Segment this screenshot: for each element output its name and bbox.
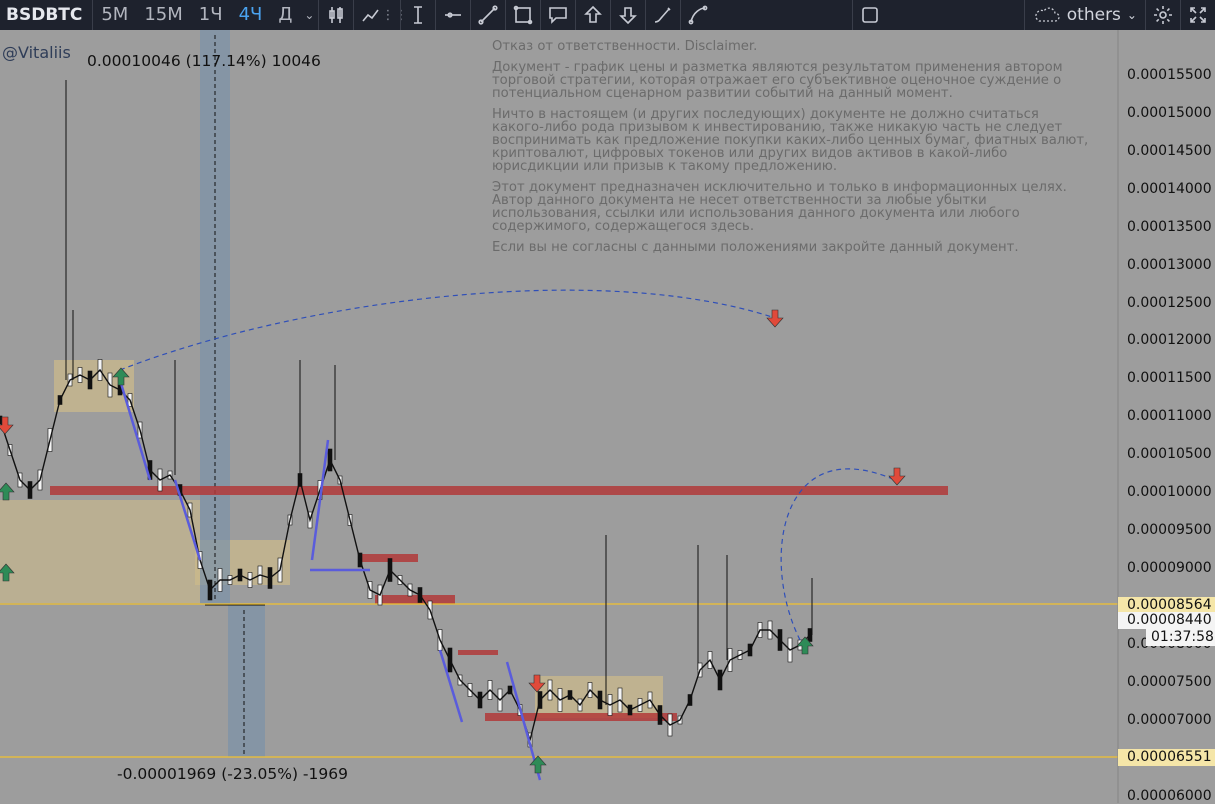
red-zone [375,595,455,604]
arrow-down-icon [766,309,784,328]
arrow-up-icon[interactable] [575,0,610,30]
price-axis-label: 0.00015000 [1127,104,1212,121]
price-axis-label: 0.00013000 [1127,256,1212,273]
arrow-up-icon [0,482,15,501]
sand-zone [0,500,200,603]
trend-line [118,379,152,481]
watermark-author: @Vitaliis [2,43,71,62]
text-cursor-icon[interactable] [400,0,435,30]
disclaimer-para-3: Этот документ предназначен исключительно… [492,180,1067,234]
price-axis-label: 0.00007000 [1127,712,1212,729]
price-axis-label: 0.00012500 [1127,294,1212,311]
price-axis-label: 0.00009500 [1127,522,1212,539]
price-axis-label: 0.00011000 [1127,408,1212,425]
timeframe-4h[interactable]: 4Ч [231,0,271,30]
others-dropdown[interactable]: others ⌄ [1023,0,1145,30]
resistance-zone [50,486,948,495]
brush-icon[interactable] [645,0,680,30]
measure-bottom-label: -0.00001969 (-23.05%) -1969 [117,765,348,783]
square-toggle-icon[interactable] [852,0,887,30]
rectangle-icon[interactable] [505,0,540,30]
price-axis-label: 0.00013500 [1127,218,1212,235]
price-axis-label: 0.00007500 [1127,674,1212,691]
candles-icon[interactable] [318,0,353,30]
symbol-name[interactable]: BSDBTC [0,0,94,30]
disclaimer-para-4: Если вы не согласны с данными положениям… [492,240,1019,255]
price-axis-label: 0.00010000 [1127,484,1212,501]
arrow-down-icon [0,416,14,435]
trend-line-icon[interactable] [470,0,505,30]
arrow-down-icon [888,467,906,486]
cloud-icon [1035,7,1060,22]
drag-handle-icon[interactable]: ⋮⋮ [381,0,407,30]
disclaimer-text: Отказ от ответственности. Disclaimer. До… [492,40,1092,262]
measure-zone-down [228,605,265,757]
top-toolbar: BSDBTC 5M 15M 1Ч 4Ч Д ⌄ ⋮⋮ others ⌄ [0,0,1215,30]
red-zone [485,713,677,721]
arrow-up-icon [529,755,547,774]
horizontal-line-icon[interactable] [435,0,470,30]
price-axis-label: 0.00006000 [1127,788,1212,804]
price-axis-label: 0.00010500 [1127,446,1212,463]
disclaimer-para-1: Документ - график цены и разметка являют… [492,60,1063,101]
timeframe-15m[interactable]: 15M [136,0,190,30]
hline-tag-low: 0.00006551 [1118,749,1215,766]
others-label: others [1066,5,1121,25]
fullscreen-icon[interactable] [1179,0,1215,30]
red-zone [458,650,498,655]
disclaimer-para-2: Ничто в настоящем (и других последующих)… [492,107,1089,174]
timeframe-day[interactable]: Д [270,0,300,30]
trend-line [310,439,330,561]
chevron-down-icon: ⌄ [1126,8,1137,22]
price-axis-label: 0.00014500 [1127,142,1212,159]
timeframe-1h[interactable]: 1Ч [191,0,231,30]
timeframe-dropdown[interactable]: ⌄ [300,0,318,30]
arrow-down-icon[interactable] [610,0,645,30]
curve-icon[interactable] [680,0,715,30]
current-price-tag: 0.00008440 [1118,612,1215,629]
price-axis-label: 0.00012000 [1127,332,1212,349]
gear-icon[interactable] [1144,0,1180,30]
callout-icon[interactable] [540,0,575,30]
measure-top-label: 0.00010046 (117.14%) 10046 [87,52,321,70]
price-axis-label: 0.00014000 [1127,180,1212,197]
price-axis-label: 0.00009000 [1127,560,1212,577]
disclaimer-title: Отказ от ответственности. Disclaimer. [492,39,758,54]
timeframe-5m[interactable]: 5M [93,0,136,30]
price-axis-label: 0.00011500 [1127,370,1212,387]
price-axis-label: 0.00015500 [1127,66,1212,83]
countdown-tag: 01:37:58 [1146,629,1215,646]
